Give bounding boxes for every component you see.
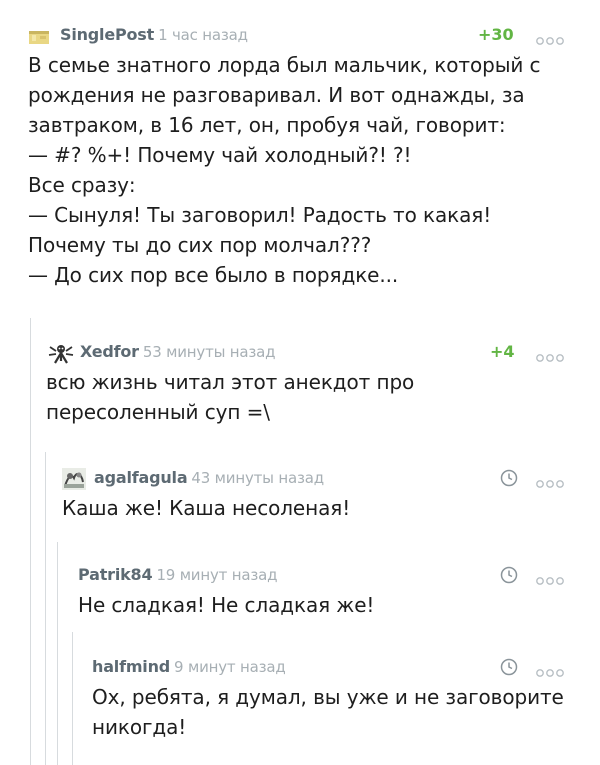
author-name[interactable]: SinglePost	[60, 25, 154, 44]
comment-header: halfmind 9 минут назад	[0, 654, 600, 682]
comment-time: 1 час назад	[158, 26, 248, 44]
author-name[interactable]: Patrik84	[78, 565, 153, 584]
comment-text: В семье знатного лорда был мальчик, кото…	[28, 53, 541, 287]
comment: Xedfor 53 минуты назад +4 всю жизнь читал…	[0, 339, 600, 427]
comment-time: 53 минуты назад	[142, 343, 276, 361]
comment-rating: +4	[490, 342, 515, 361]
more-dots-icon[interactable]	[536, 348, 564, 362]
comment-text: всю жизнь читал этот анекдот про пересол…	[46, 370, 415, 424]
comment-author[interactable]: halfmind 9 минут назад	[92, 657, 286, 676]
comment-time: 9 минут назад	[174, 658, 286, 676]
avatar[interactable]	[28, 27, 50, 45]
comment-header: Patrik84 19 минут назад	[0, 562, 600, 590]
comment-header: Xedfor 53 минуты назад +4	[0, 339, 600, 367]
comment-text: Не сладкая! Не сладкая же!	[78, 593, 375, 617]
comment-text: Ох, ребята, я думал, вы уже и не заговор…	[92, 685, 564, 739]
comment: SinglePost 1 час назад +30 В семье знатно…	[0, 22, 600, 290]
author-name[interactable]: agalfagula	[94, 468, 188, 487]
comment-text: Каша же! Каша несоленая!	[62, 496, 351, 520]
avatar[interactable]	[48, 341, 74, 365]
comment-header: SinglePost 1 час назад +30	[0, 22, 600, 50]
clock-icon	[500, 469, 518, 487]
more-dots-icon[interactable]	[536, 31, 564, 45]
comment: agalfagula 43 минуты назад Каша же! Каша …	[0, 465, 600, 523]
more-dots-icon[interactable]	[536, 474, 564, 488]
comment-author[interactable]: Xedfor 53 минуты назад	[80, 342, 276, 361]
clock-icon	[500, 658, 518, 676]
author-name[interactable]: Xedfor	[80, 342, 139, 361]
more-dots-icon[interactable]	[536, 571, 564, 585]
comment-time: 43 минуты назад	[191, 469, 324, 487]
more-dots-icon[interactable]	[536, 663, 564, 677]
comment: Patrik84 19 минут назад Не сладкая! Не сл…	[0, 562, 600, 620]
comment-time: 19 минут назад	[156, 566, 278, 584]
comment-author[interactable]: agalfagula 43 минуты назад	[94, 468, 324, 487]
comment-author[interactable]: SinglePost 1 час назад	[60, 25, 248, 44]
comment: halfmind 9 минут назад Ох, ребята, я дума…	[0, 654, 600, 742]
clock-icon	[500, 566, 518, 584]
author-name[interactable]: halfmind	[92, 657, 170, 676]
comment-author[interactable]: Patrik84 19 минут назад	[78, 565, 277, 584]
comment-rating: +30	[478, 25, 514, 44]
comment-header: agalfagula 43 минуты назад	[0, 465, 600, 493]
avatar[interactable]	[62, 468, 86, 490]
